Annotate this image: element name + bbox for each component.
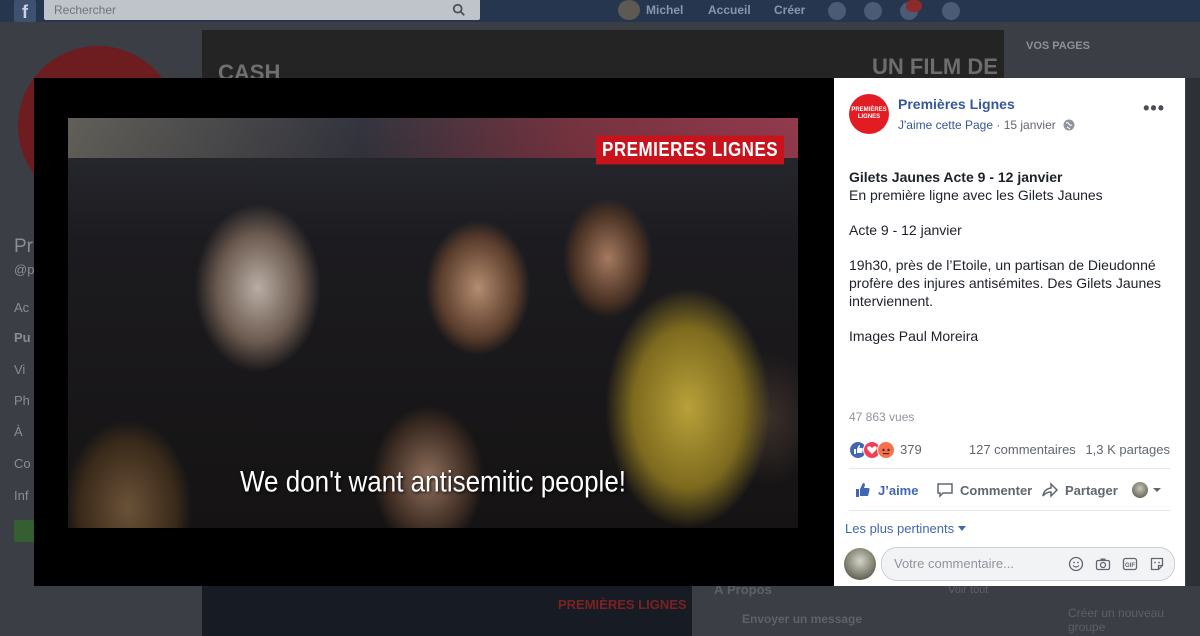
- bg-page-name: Pr: [14, 236, 33, 257]
- caret-down-icon: [958, 526, 967, 531]
- page-logo[interactable]: PREMIÈRES LIGNES: [849, 94, 889, 134]
- search-placeholder: Rechercher: [54, 3, 117, 17]
- meta-separator: ·: [996, 118, 1001, 132]
- page-name-link[interactable]: Premières Lignes: [898, 96, 1015, 112]
- comment-input[interactable]: Votre commentaire... GIF: [881, 547, 1175, 581]
- comment-sort-label: Les plus pertinents: [845, 521, 955, 536]
- sticker-icon[interactable]: [1149, 556, 1165, 572]
- right-column: [1186, 78, 1200, 586]
- nav-create[interactable]: Créer: [774, 3, 805, 17]
- react-as-selector[interactable]: [1132, 480, 1168, 500]
- account-menu-icon[interactable]: [978, 2, 990, 20]
- user-avatar[interactable]: [618, 0, 640, 20]
- comment-sort-dropdown[interactable]: Les plus pertinents: [845, 521, 967, 536]
- more-options-icon[interactable]: •••: [1143, 98, 1165, 119]
- send-message-link: Envoyer un message: [742, 612, 863, 626]
- create-group-link: Créer un nouveau groupe: [1068, 606, 1165, 634]
- bg-nav-item: Inf: [14, 488, 29, 503]
- video-player[interactable]: PREMIERES LIGNES We don't want antisemit…: [68, 118, 798, 528]
- bg-nav-item: Vi: [14, 362, 26, 377]
- like-page-link[interactable]: J'aime cette Page: [898, 118, 993, 132]
- video-brand-overlay: PREMIERES LIGNES: [596, 135, 785, 165]
- nav-home[interactable]: Accueil: [708, 3, 751, 17]
- nav-profile[interactable]: Michel: [646, 3, 683, 17]
- post-title: Gilets Jaunes Acte 9 - 12 janvier: [849, 169, 1063, 185]
- thumbs-up-icon: [856, 483, 870, 497]
- globe-icon: [1063, 119, 1075, 131]
- divider: [849, 510, 1170, 511]
- share-button[interactable]: Partager: [1041, 480, 1118, 500]
- share-count-link[interactable]: 1,3 K partages: [1085, 442, 1170, 457]
- post-line-2: Acte 9 - 12 janvier: [849, 222, 962, 238]
- emoji-icon[interactable]: [1068, 556, 1084, 572]
- commenter-avatar[interactable]: [844, 548, 876, 580]
- divider: [849, 468, 1170, 469]
- gif-icon[interactable]: GIF: [1122, 556, 1138, 572]
- search-input[interactable]: Rechercher: [44, 0, 480, 20]
- bg-nav-item: À: [14, 424, 23, 439]
- share-label: Partager: [1065, 482, 1118, 498]
- view-count: 47 863 vues: [849, 410, 915, 424]
- react-as-avatar: [1132, 482, 1148, 498]
- help-icon[interactable]: [942, 2, 960, 20]
- bg-nav-item: Pu: [14, 330, 31, 345]
- bg-brand-text: PREMIÈRES LIGNES: [558, 597, 687, 612]
- comment-button[interactable]: Commenter: [936, 480, 1032, 500]
- reaction-count: 379: [900, 442, 922, 457]
- chevron-down-icon: [1153, 488, 1161, 492]
- like-button[interactable]: J’aime: [854, 480, 918, 500]
- svg-text:GIF: GIF: [1125, 563, 1135, 569]
- video-subtitle: We don't want antisemitic people!: [239, 463, 627, 499]
- like-label: J’aime: [878, 482, 919, 498]
- post-line-3: 19h30, près de l’Etoile, un partisan de …: [849, 257, 1162, 309]
- comment-label: Commenter: [960, 482, 1033, 498]
- bg-nav-item: Ac: [14, 300, 30, 315]
- facebook-logo-icon[interactable]: f: [14, 0, 36, 22]
- top-bar: f Rechercher Michel Accueil Créer: [0, 0, 1200, 22]
- post-line-4: Images Paul Moreira: [849, 328, 979, 344]
- post-text: Gilets Jaunes Acte 9 - 12 janvier En pre…: [849, 168, 1174, 362]
- cover-text: UN FILM DE: [872, 54, 998, 79]
- comment-icon: [937, 483, 953, 498]
- share-icon: [1042, 482, 1059, 498]
- angry-reaction-icon: [877, 441, 895, 459]
- search-icon[interactable]: [452, 3, 466, 17]
- post-date[interactable]: 15 janvier: [1004, 118, 1056, 132]
- bg-page-handle: @p: [14, 262, 35, 277]
- bg-nav-item: Co: [14, 456, 31, 471]
- comment-count-link[interactable]: 127 commentaires: [969, 442, 1076, 457]
- bg-nav-item: Ph: [14, 393, 30, 408]
- post-line-1: En première ligne avec les Gilets Jaunes: [849, 187, 1103, 203]
- notification-badge: [906, 0, 922, 12]
- post-meta: J'aime cette Page · 15 janvier: [898, 118, 1075, 132]
- post-panel: PREMIÈRES LIGNES Premières Lignes J'aime…: [834, 78, 1185, 586]
- comment-placeholder: Votre commentaire...: [894, 556, 1014, 571]
- friends-icon[interactable]: [828, 2, 846, 20]
- bg-action-button: [14, 520, 36, 542]
- engagement-stats: 127 commentaires 1,3 K partages: [963, 442, 1170, 457]
- camera-icon[interactable]: [1095, 556, 1111, 572]
- your-pages-title: VOS PAGES: [1026, 40, 1090, 52]
- messenger-icon[interactable]: [864, 2, 882, 20]
